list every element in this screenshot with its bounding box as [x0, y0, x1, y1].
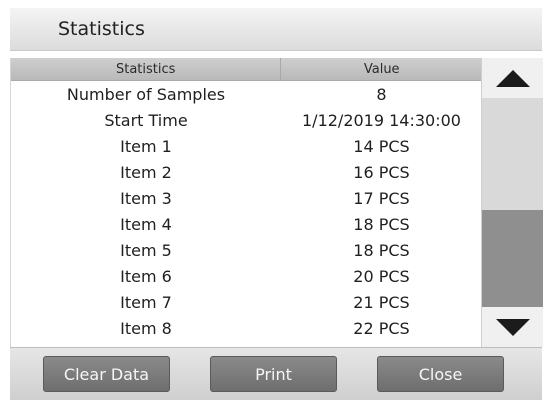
row-value: 17 PCS [353, 188, 410, 208]
scroll-thumb[interactable] [482, 210, 543, 307]
row-label: Start Time [104, 110, 188, 130]
row-label: Number of Samples [66, 84, 226, 104]
table-row: Item 3 17 PCS [11, 185, 482, 211]
title-bar: Statistics [10, 8, 542, 51]
table-row: Item 5 18 PCS [11, 237, 482, 263]
column-header-statistics: Statistics [11, 58, 282, 80]
row-value: 18 PCS [353, 214, 410, 234]
scroll-track[interactable] [482, 98, 543, 307]
table-row: Item 7 21 PCS [11, 289, 482, 315]
table-row: Item 6 20 PCS [11, 263, 482, 289]
row-value: 21 PCS [353, 292, 410, 312]
row-label: Item 1 [120, 136, 172, 156]
row-label: Item 2 [120, 162, 172, 182]
row-value: 22 PCS [353, 318, 410, 338]
table-row: Item 2 16 PCS [11, 159, 482, 185]
row-value: 14 PCS [353, 136, 410, 156]
statistics-screen: Statistics Statistics Value Number of Sa… [0, 0, 552, 400]
table-row: Number of Samples 8 [11, 81, 482, 107]
table-header: Statistics Value [11, 58, 482, 81]
clear-data-button[interactable]: Clear Data [43, 356, 170, 392]
row-value: 1/12/2019 14:30:00 [302, 110, 461, 130]
scroll-up-button[interactable] [482, 58, 543, 98]
row-value: 20 PCS [353, 266, 410, 286]
row-label: Item 7 [120, 292, 172, 312]
triangle-up-icon [495, 69, 530, 87]
column-header-value: Value [363, 61, 400, 77]
table-row: Item 8 22 PCS [11, 315, 482, 341]
statistics-table: Statistics Value Number of Samples 8 Sta… [10, 58, 482, 347]
close-button[interactable]: Close [377, 356, 504, 392]
button-bar: Clear Data Print Close [10, 347, 542, 400]
row-label: Item 8 [120, 318, 172, 338]
row-label: Item 6 [120, 266, 172, 286]
triangle-down-icon [495, 318, 530, 336]
scroll-down-button[interactable] [482, 307, 543, 347]
table-row: Item 4 18 PCS [11, 211, 482, 237]
page-title: Statistics [58, 18, 145, 40]
row-value: 18 PCS [353, 240, 410, 260]
table-row: Start Time 1/12/2019 14:30:00 [11, 107, 482, 133]
print-button[interactable]: Print [210, 356, 337, 392]
row-label: Item 3 [120, 188, 172, 208]
row-value: 16 PCS [353, 162, 410, 182]
row-label: Item 5 [120, 240, 172, 260]
table-row: Item 1 14 PCS [11, 133, 482, 159]
row-label: Item 4 [120, 214, 172, 234]
row-value: 8 [376, 84, 387, 104]
scrollbar[interactable] [481, 58, 543, 347]
